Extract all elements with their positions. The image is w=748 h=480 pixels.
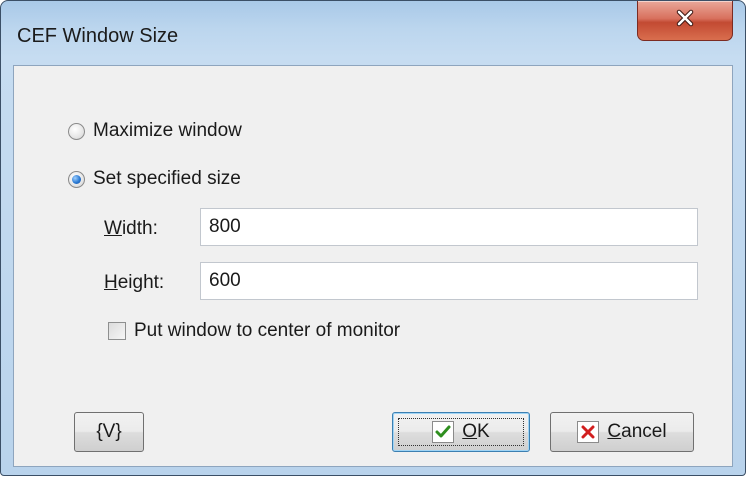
dialog-window: CEF Window Size Maximize window Set spec… xyxy=(0,0,746,476)
maximize-window-option[interactable]: Maximize window xyxy=(68,120,242,142)
window-title: CEF Window Size xyxy=(17,25,179,47)
title-bar[interactable]: CEF Window Size xyxy=(1,1,745,63)
x-icon xyxy=(577,421,600,443)
maximize-window-radio[interactable] xyxy=(68,122,85,140)
width-input[interactable] xyxy=(200,208,698,246)
height-label: Height: xyxy=(104,272,165,293)
ok-button[interactable]: OK xyxy=(392,412,530,452)
close-icon xyxy=(674,8,696,34)
cancel-button-label: Cancel xyxy=(607,421,667,442)
set-specified-size-label: Set specified size xyxy=(93,168,241,189)
cancel-button[interactable]: Cancel xyxy=(550,412,694,452)
variables-button-label: {V} xyxy=(96,421,122,442)
variables-button[interactable]: {V} xyxy=(74,412,144,452)
height-input[interactable] xyxy=(200,262,698,300)
set-specified-size-radio[interactable] xyxy=(68,170,85,188)
width-label: Width: xyxy=(104,218,158,239)
center-window-checkbox[interactable] xyxy=(108,322,126,340)
center-window-label: Put window to center of monitor xyxy=(134,320,401,341)
center-window-option[interactable]: Put window to center of monitor xyxy=(108,320,400,342)
maximize-window-label: Maximize window xyxy=(93,120,242,141)
close-button[interactable] xyxy=(637,1,733,41)
dialog-body: Maximize window Set specified size Width… xyxy=(13,65,733,467)
set-specified-size-option[interactable]: Set specified size xyxy=(68,168,241,190)
